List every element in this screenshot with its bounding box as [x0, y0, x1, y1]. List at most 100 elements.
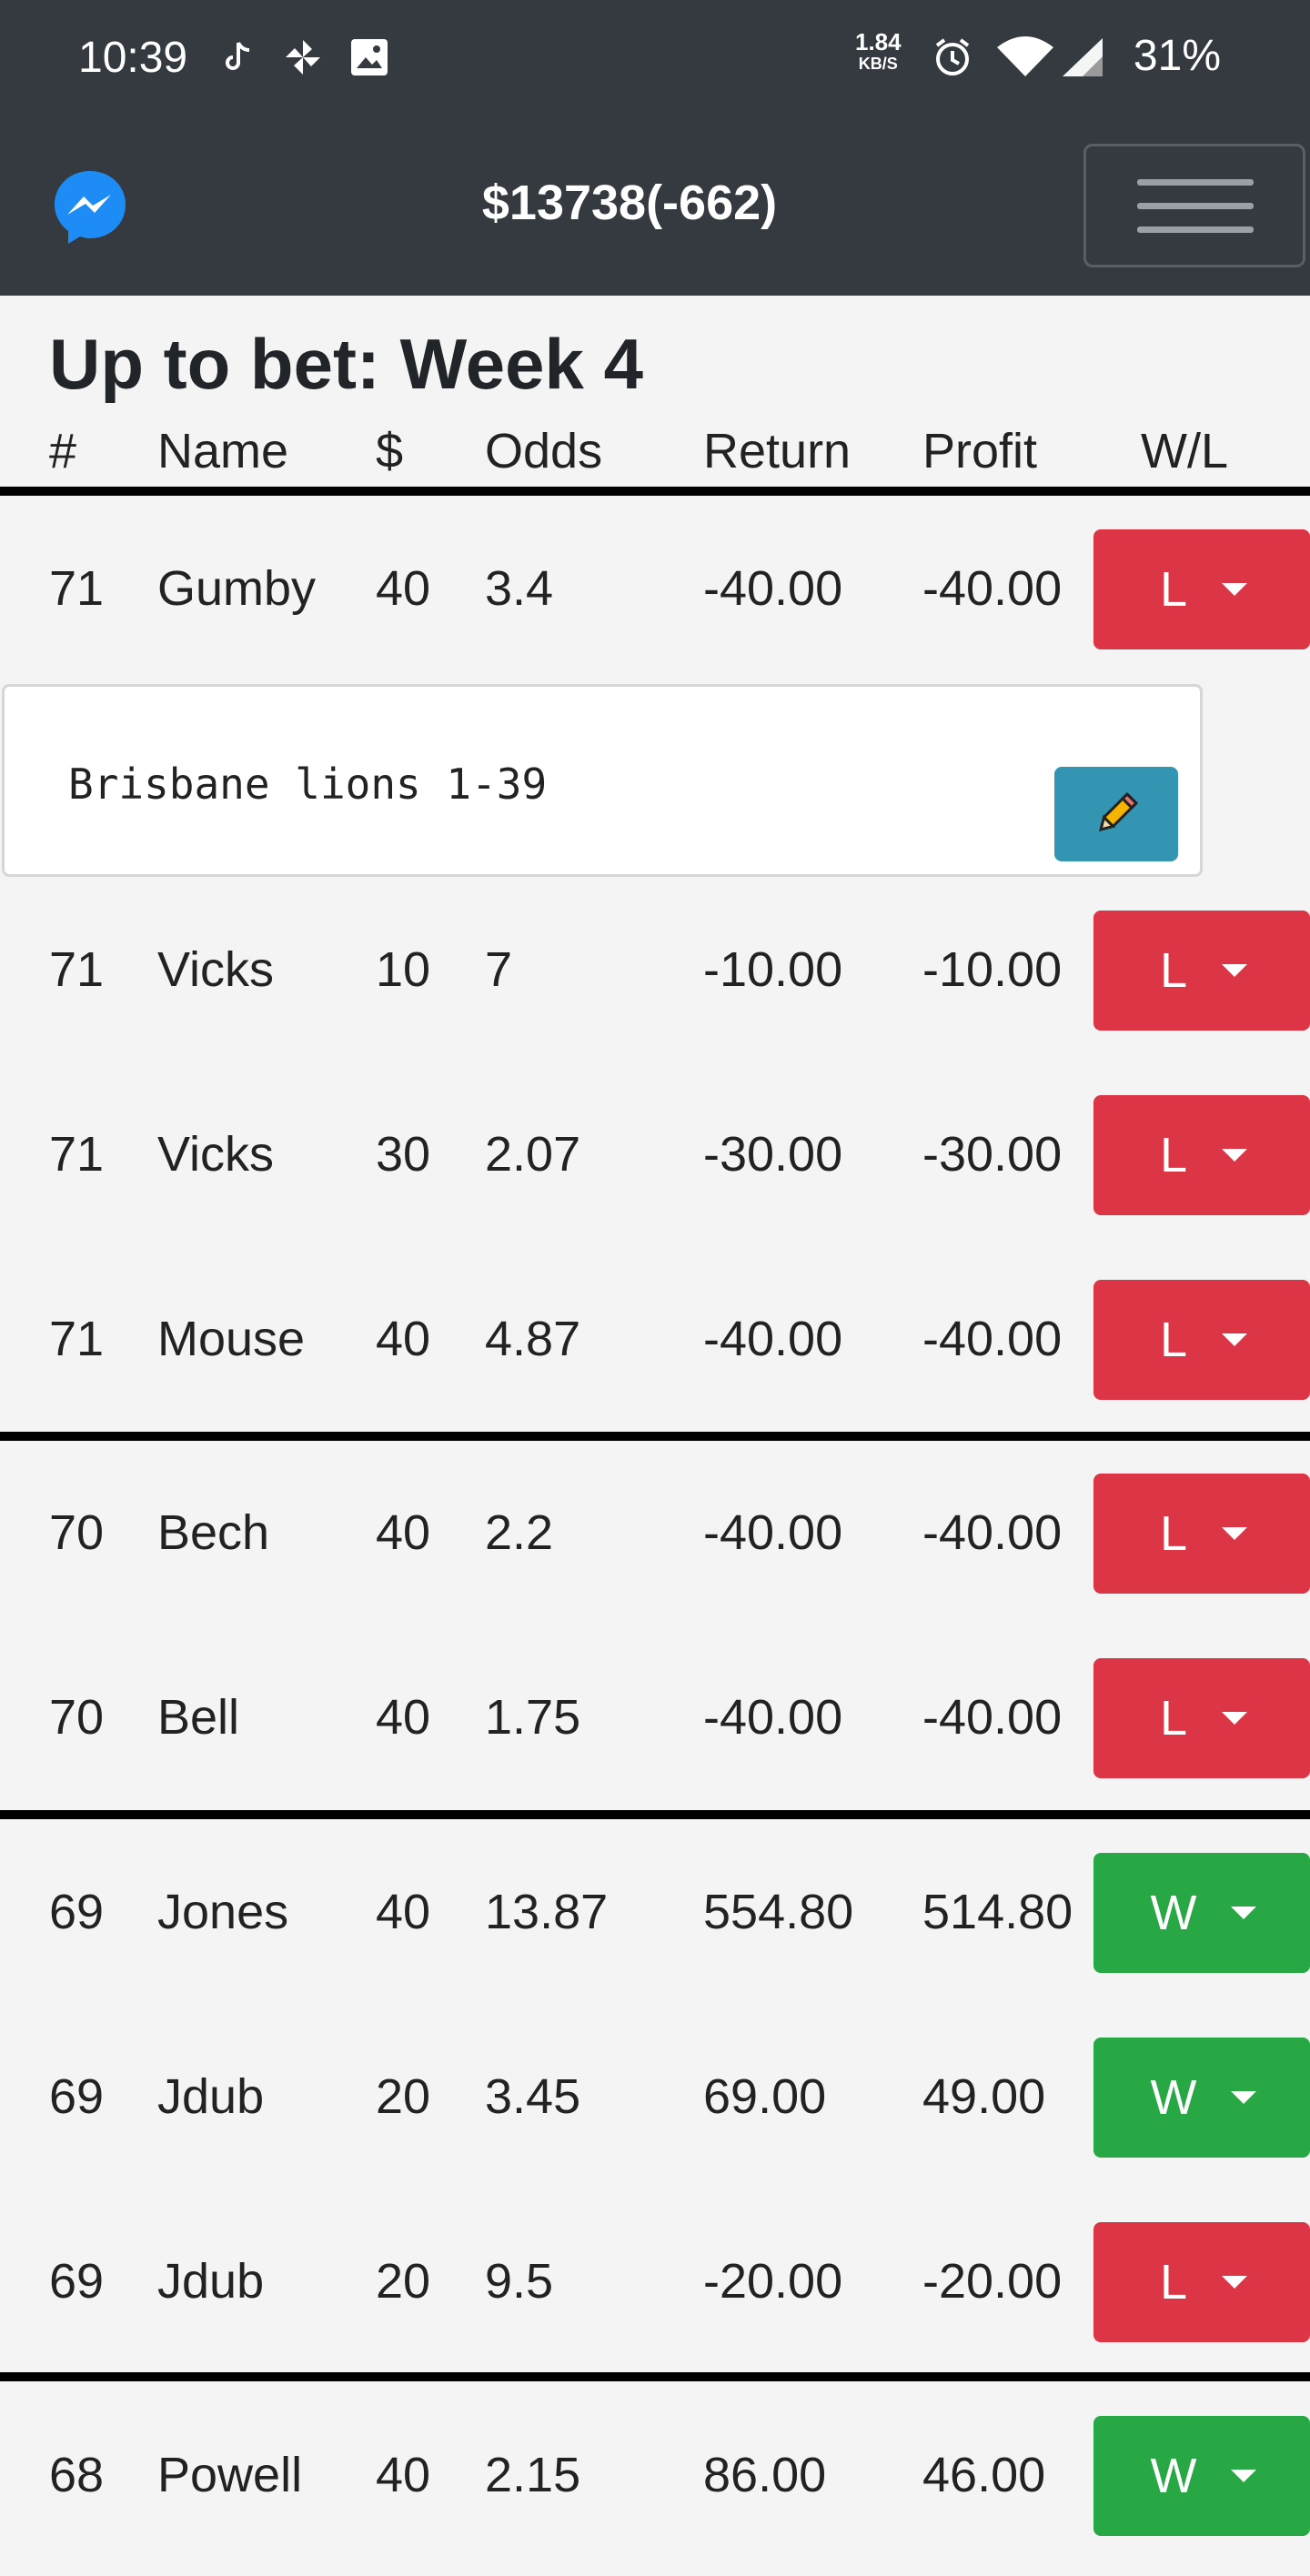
caret-down-icon — [1231, 2470, 1257, 2482]
row-num: 68 — [49, 2448, 105, 2502]
group-divider — [0, 1810, 1310, 1819]
row-odds: 2.07 — [485, 1127, 581, 1182]
network-speed-value: 1.84 — [855, 28, 902, 55]
row-name: Jdub — [157, 2254, 265, 2309]
result-dropdown-button[interactable]: W — [1093, 2038, 1310, 2158]
row-odds: 3.45 — [485, 2069, 581, 2124]
row-return: -40.00 — [703, 1505, 843, 1560]
row-profit: 49.00 — [922, 2069, 1046, 2124]
row-return: -40.00 — [703, 1312, 843, 1366]
tiktok-icon — [226, 36, 253, 78]
image-icon — [349, 36, 389, 78]
page-title: Up to bet: Week 4 — [49, 324, 643, 404]
network-speed: 1.84 KB/S — [855, 28, 902, 75]
header-num: # — [49, 424, 77, 478]
row-name: Jones — [157, 1885, 289, 1939]
row-odds: 2.2 — [485, 1505, 554, 1560]
row-profit: 514.80 — [922, 1885, 1073, 1939]
row-amount: 40 — [376, 2448, 431, 2502]
group-divider — [0, 2372, 1310, 2381]
result-label: L — [1159, 943, 1188, 998]
result-label: L — [1159, 1128, 1188, 1182]
header-amount: $ — [376, 424, 404, 478]
menu-toggle-button[interactable] — [1083, 144, 1305, 267]
row-return: 86.00 — [703, 2448, 827, 2502]
alarm-icon — [932, 36, 973, 78]
row-odds: 1.75 — [485, 1690, 581, 1745]
row-amount: 40 — [376, 1505, 431, 1560]
pencil-icon — [1098, 791, 1139, 832]
result-label: W — [1150, 2449, 1197, 2503]
row-return: 69.00 — [703, 2069, 827, 2124]
result-dropdown-button[interactable]: W — [1093, 1853, 1310, 1973]
header-name: Name — [157, 424, 289, 478]
navbar: $13738(-662) — [0, 118, 1310, 296]
caret-down-icon — [1222, 1149, 1248, 1162]
caret-down-icon — [1222, 964, 1248, 977]
bet-note-text: Brisbane lions 1-39 — [68, 760, 548, 809]
result-dropdown-button[interactable]: L — [1093, 2222, 1310, 2342]
row-odds: 13.87 — [485, 1885, 609, 1939]
result-dropdown-button[interactable]: L — [1093, 1095, 1310, 1215]
battery-level: 31% — [1133, 32, 1221, 80]
result-dropdown-button[interactable]: L — [1093, 1280, 1310, 1400]
row-return: -40.00 — [703, 561, 843, 616]
result-dropdown-button[interactable]: L — [1093, 1474, 1310, 1594]
row-return: -40.00 — [703, 1690, 843, 1745]
row-odds: 9.5 — [485, 2254, 554, 2309]
row-profit: 46.00 — [922, 2448, 1046, 2502]
row-name: Gumby — [157, 561, 317, 616]
status-bar: 10:39 1.84 KB/S 31% — [0, 0, 1310, 118]
row-name: Powell — [157, 2448, 303, 2502]
row-num: 71 — [49, 1312, 105, 1366]
bet-note-card: Brisbane lions 1-39 — [2, 684, 1203, 877]
row-name: Jdub — [157, 2069, 265, 2124]
caret-down-icon — [1222, 583, 1248, 596]
row-profit: -40.00 — [922, 561, 1063, 616]
caret-down-icon — [1231, 1907, 1257, 1919]
row-num: 70 — [49, 1690, 105, 1745]
row-return: -30.00 — [703, 1127, 843, 1182]
row-amount: 40 — [376, 561, 431, 616]
result-label: L — [1159, 1506, 1188, 1561]
edit-note-button[interactable] — [1054, 767, 1178, 861]
result-label: L — [1159, 562, 1188, 617]
caret-down-icon — [1222, 1712, 1248, 1725]
result-dropdown-button[interactable]: L — [1093, 1658, 1310, 1778]
caret-down-icon — [1222, 1333, 1248, 1346]
row-amount: 30 — [376, 1127, 431, 1182]
row-return: -10.00 — [703, 942, 843, 997]
row-amount: 10 — [376, 942, 431, 997]
result-label: L — [1159, 1313, 1188, 1367]
result-label: L — [1159, 2255, 1188, 2309]
row-amount: 20 — [376, 2069, 431, 2124]
row-num: 69 — [49, 2069, 105, 2124]
caret-down-icon — [1231, 2091, 1257, 2104]
header-return: Return — [703, 424, 852, 478]
wifi-icon — [995, 36, 1055, 78]
row-amount: 40 — [376, 1312, 431, 1366]
account-balance: $13738(-662) — [481, 176, 778, 230]
row-amount: 20 — [376, 2254, 431, 2309]
header-wl: W/L — [1141, 424, 1229, 478]
caret-down-icon — [1222, 1527, 1248, 1540]
row-odds: 4.87 — [485, 1312, 581, 1366]
row-num: 69 — [49, 1885, 105, 1939]
group-divider — [0, 487, 1310, 496]
result-dropdown-button[interactable]: L — [1093, 529, 1310, 649]
row-profit: -40.00 — [922, 1690, 1063, 1745]
row-profit: -10.00 — [922, 942, 1063, 997]
row-num: 71 — [49, 1127, 105, 1182]
row-amount: 40 — [376, 1690, 431, 1745]
result-dropdown-button[interactable]: W — [1093, 2416, 1310, 2536]
row-num: 70 — [49, 1505, 105, 1560]
row-num: 71 — [49, 942, 105, 997]
row-name: Vicks — [157, 942, 275, 997]
row-name: Bech — [157, 1505, 270, 1560]
row-amount: 40 — [376, 1885, 431, 1939]
row-profit: -40.00 — [922, 1505, 1063, 1560]
header-profit: Profit — [922, 424, 1038, 478]
caret-down-icon — [1222, 2276, 1248, 2289]
result-label: W — [1150, 2070, 1197, 2125]
result-dropdown-button[interactable]: L — [1093, 911, 1310, 1031]
